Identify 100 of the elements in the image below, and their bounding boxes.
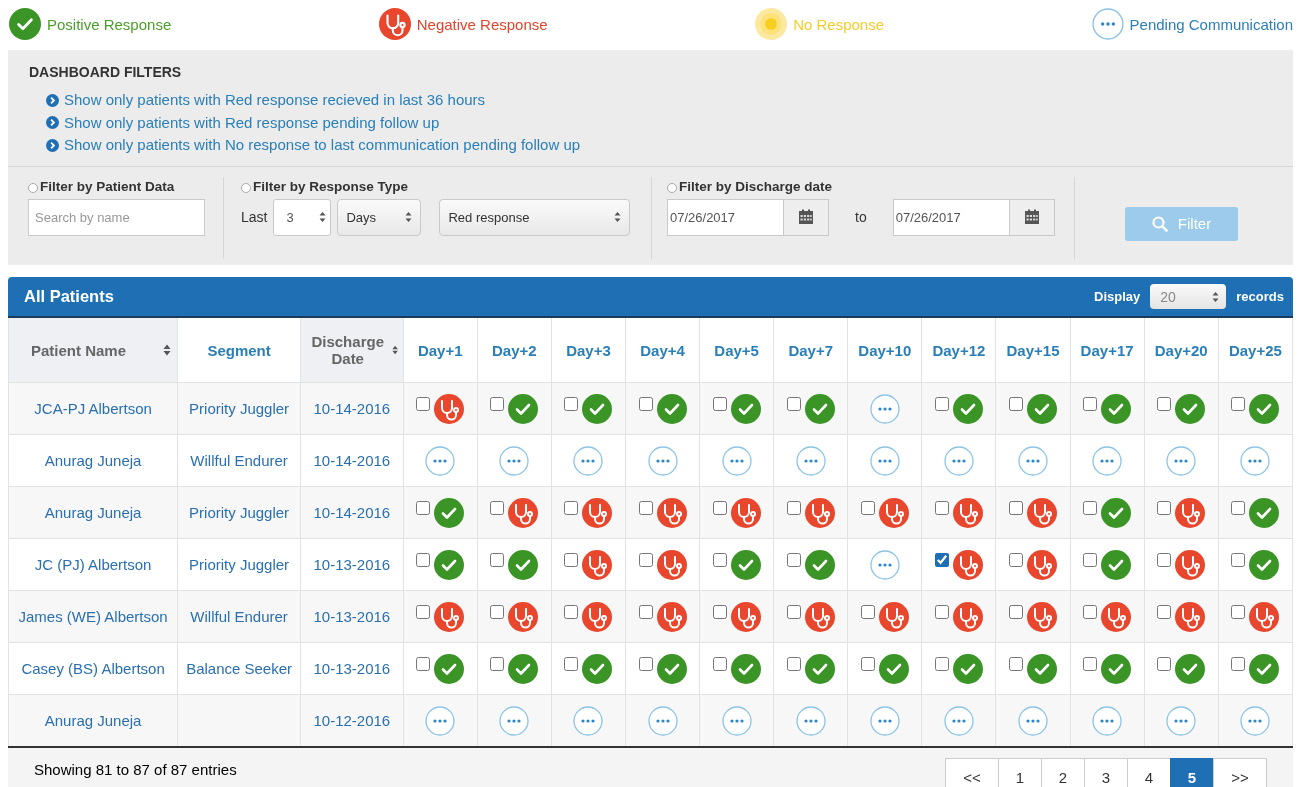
filter-link[interactable]: Show only patients with Red response recieved in last 36 hours — [64, 89, 486, 112]
checkbox[interactable] — [1231, 500, 1246, 515]
checkbox[interactable] — [416, 500, 431, 515]
checkbox[interactable] — [786, 396, 801, 411]
date-field[interactable]: 07/26/2017 — [667, 198, 784, 236]
checkbox[interactable] — [1231, 604, 1246, 619]
checkbox[interactable] — [564, 604, 579, 619]
radio-button[interactable] — [28, 183, 38, 193]
checkbox[interactable] — [1009, 552, 1023, 567]
page-button[interactable]: 4 — [1127, 758, 1171, 787]
ellipsis-circle-icon — [943, 445, 974, 476]
checkbox[interactable] — [416, 604, 431, 619]
stethoscope-icon — [952, 601, 983, 632]
checkbox[interactable] — [1231, 396, 1246, 411]
checkbox[interactable] — [934, 500, 949, 515]
number-field[interactable]: 3 — [273, 198, 332, 236]
checkbox[interactable] — [934, 396, 949, 411]
page-button[interactable]: 3 — [1084, 758, 1128, 787]
checkbox[interactable] — [638, 552, 653, 567]
checkbox[interactable] — [860, 604, 875, 619]
checkbox[interactable] — [564, 396, 579, 411]
checkbox[interactable] — [490, 500, 505, 515]
checkbox[interactable] — [1009, 604, 1023, 619]
stethoscope-icon — [582, 497, 613, 528]
checkbox[interactable] — [1157, 604, 1172, 619]
checkbox[interactable] — [712, 604, 727, 619]
checkbox[interactable] — [1231, 656, 1246, 671]
checkbox[interactable] — [934, 656, 949, 671]
stethoscope-icon — [656, 497, 687, 528]
check-circle-icon — [656, 653, 687, 684]
check-circle-icon — [582, 653, 613, 684]
checkbox[interactable] — [1083, 500, 1098, 515]
checkbox[interactable] — [1083, 396, 1098, 411]
patient-name-link[interactable]: Anurag Juneja — [44, 712, 142, 729]
checkbox[interactable] — [1157, 656, 1172, 671]
page-button[interactable]: 5 — [1170, 758, 1214, 787]
checkbox[interactable] — [490, 604, 505, 619]
checkbox[interactable] — [1083, 552, 1098, 567]
checkbox[interactable] — [786, 500, 801, 515]
radio-button[interactable] — [241, 183, 251, 193]
checkbox[interactable] — [1231, 552, 1246, 567]
patient-name-link[interactable]: Anurag Juneja — [44, 452, 142, 469]
checkbox[interactable] — [1083, 604, 1098, 619]
ellipsis-circle-icon — [1240, 705, 1271, 736]
checkbox[interactable] — [490, 656, 505, 671]
checkbox[interactable] — [712, 396, 727, 411]
checkbox[interactable] — [712, 552, 727, 567]
search-field[interactable]: Search by name — [28, 198, 205, 236]
page-button[interactable]: 1 — [998, 758, 1042, 787]
checkbox[interactable] — [638, 656, 653, 671]
column-header: Day+4 — [640, 341, 685, 359]
column-header: Day+10 — [858, 341, 912, 359]
checkbox[interactable] — [564, 656, 579, 671]
checkbox[interactable] — [712, 500, 727, 515]
checkbox[interactable] — [638, 500, 653, 515]
patient-name-link[interactable]: Anurag Juneja — [44, 504, 142, 521]
checkbox[interactable] — [786, 656, 801, 671]
checkbox[interactable] — [638, 604, 653, 619]
radio-button[interactable] — [667, 183, 677, 193]
page-button[interactable]: << — [945, 758, 999, 787]
checkbox[interactable] — [860, 656, 875, 671]
checkbox[interactable] — [638, 396, 653, 411]
page-button[interactable]: >> — [1213, 758, 1267, 787]
checkbox[interactable] — [1009, 656, 1023, 671]
page-size-select[interactable]: 20 — [1150, 284, 1227, 309]
sort-icon[interactable] — [392, 344, 399, 356]
checkbox[interactable] — [860, 500, 875, 515]
calendar-button[interactable] — [1009, 198, 1055, 236]
checkbox[interactable] — [1157, 552, 1172, 567]
checkbox[interactable] — [712, 656, 727, 671]
page-button[interactable]: 2 — [1041, 758, 1085, 787]
checkbox[interactable] — [786, 604, 801, 619]
checkbox[interactable] — [416, 656, 431, 671]
checkbox[interactable] — [564, 500, 579, 515]
checkbox[interactable] — [934, 552, 949, 567]
checkbox[interactable] — [490, 552, 505, 567]
date-field[interactable]: 07/26/2017 — [892, 198, 1010, 236]
checkbox[interactable] — [934, 604, 949, 619]
response-select[interactable]: Red response — [439, 198, 631, 236]
checkbox[interactable] — [1083, 656, 1098, 671]
checkbox[interactable] — [786, 552, 801, 567]
checkbox[interactable] — [564, 552, 579, 567]
column-header[interactable]: Patient Name — [31, 341, 127, 359]
stethoscope-icon — [508, 497, 539, 528]
checkbox[interactable] — [490, 396, 505, 411]
unit-select[interactable]: Days — [337, 198, 422, 236]
checkbox[interactable] — [1157, 396, 1172, 411]
date-text: 10-13-2016 — [313, 608, 391, 625]
filter-link[interactable]: Show only patients with No response to last communication pending follow up — [64, 134, 581, 157]
stethoscope-icon — [582, 549, 613, 580]
legend-label: Positive Response — [47, 15, 172, 33]
filter-link[interactable]: Show only patients with Red response pending follow up — [64, 111, 440, 134]
calendar-button[interactable] — [784, 198, 829, 236]
sort-icon[interactable] — [163, 344, 172, 356]
checkbox[interactable] — [416, 552, 431, 567]
checkbox[interactable] — [1009, 500, 1023, 515]
checkbox[interactable] — [416, 396, 431, 411]
checkbox[interactable] — [1157, 500, 1172, 515]
check-circle-icon — [1249, 497, 1280, 528]
checkbox[interactable] — [1009, 396, 1023, 411]
